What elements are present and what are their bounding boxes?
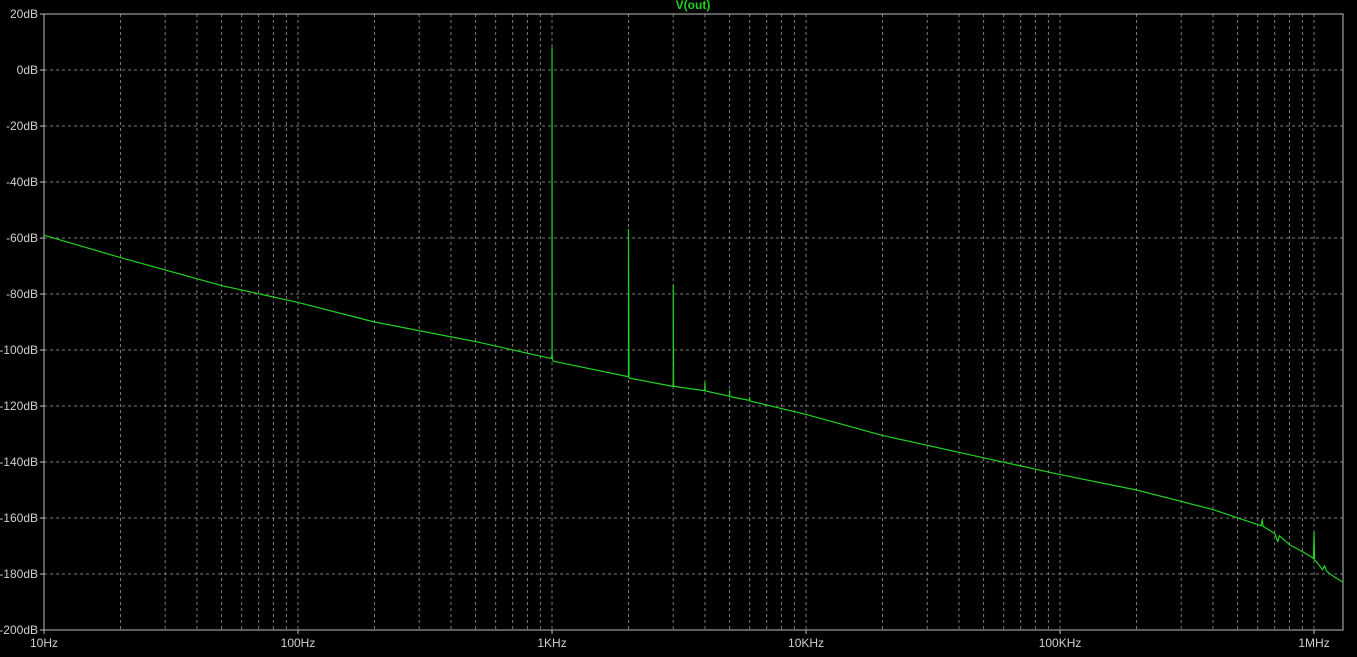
y-tick-label: -200dB — [0, 623, 38, 637]
x-tick-label: 1KHz — [537, 636, 566, 650]
y-tick-label: -140dB — [0, 455, 38, 469]
x-tick-label: 1MHz — [1298, 636, 1329, 650]
grid-lines — [44, 14, 1343, 630]
trace-line — [43, 46, 1344, 583]
y-tick-label: 20dB — [10, 7, 38, 21]
x-tick-label: 100KHz — [1039, 636, 1082, 650]
y-tick-label: -180dB — [0, 567, 38, 581]
y-tick-label: -100dB — [0, 343, 38, 357]
y-tick-label: -160dB — [0, 511, 38, 525]
x-tick-label: 10KHz — [788, 636, 824, 650]
trace-title[interactable]: V(out) — [676, 0, 711, 12]
y-tick-label: 0dB — [17, 63, 38, 77]
y-tick-label: -60dB — [6, 231, 38, 245]
plot-window: V(out) 20dB 0dB -20dB -40dB -60dB -80dB -100dB… — [0, 0, 1357, 657]
waveform-plot: V(out) 20dB 0dB -20dB -40dB -60dB -80dB -100dB… — [0, 0, 1344, 650]
y-tick-label: -120dB — [0, 399, 38, 413]
y-tick-label: -20dB — [6, 119, 38, 133]
x-tick-label: 10Hz — [30, 636, 58, 650]
plot-frame — [43, 13, 1344, 631]
y-tick-label: -40dB — [6, 175, 38, 189]
y-tick-label: -80dB — [6, 287, 38, 301]
x-tick-label: 100Hz — [281, 636, 316, 650]
